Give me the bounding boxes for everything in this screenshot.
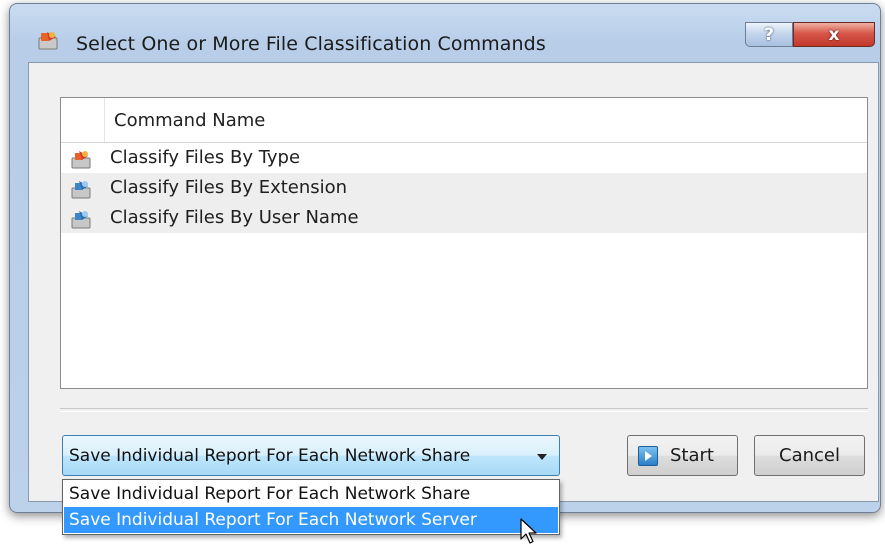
dropdown-option[interactable]: Save Individual Report For Each Network …	[64, 481, 558, 507]
list-item[interactable]: Classify Files By Type	[61, 143, 867, 173]
help-button[interactable]: ?	[745, 22, 793, 47]
combobox-value: Save Individual Report For Each Network …	[69, 446, 471, 466]
chevron-down-icon[interactable]	[537, 454, 547, 460]
list-item-label: Classify Files By Extension	[110, 177, 348, 198]
report-mode-combobox[interactable]: Save Individual Report For Each Network …	[62, 435, 560, 476]
mouse-pointer-icon	[520, 518, 537, 544]
list-item-label: Classify Files By User Name	[110, 207, 359, 228]
start-button-label: Start	[670, 445, 714, 466]
play-icon	[638, 446, 658, 466]
list-header: Command Name	[61, 98, 867, 143]
close-icon: x	[828, 25, 840, 45]
dialog-window: Select One or More File Classification C…	[9, 3, 881, 535]
list-item-label: Classify Files By Type	[110, 147, 301, 168]
header-separator	[104, 98, 105, 142]
command-icon	[71, 211, 91, 229]
command-icon	[71, 181, 91, 199]
report-mode-dropdown: Save Individual Report For Each Network …	[62, 479, 560, 535]
column-header-command-name[interactable]: Command Name	[114, 110, 265, 131]
cancel-button[interactable]: Cancel	[754, 435, 865, 476]
window-title: Select One or More File Classification C…	[76, 33, 546, 55]
command-icon	[71, 151, 91, 169]
start-button[interactable]: Start	[627, 435, 738, 476]
close-button[interactable]: x	[793, 22, 875, 47]
divider	[60, 408, 868, 412]
dropdown-option-highlighted[interactable]: Save Individual Report For Each Network …	[64, 507, 558, 533]
cancel-button-label: Cancel	[779, 445, 840, 466]
command-list[interactable]: Command Name Classify Files By Type Clas…	[60, 97, 868, 389]
list-item[interactable]: Classify Files By Extension	[61, 173, 867, 203]
list-item[interactable]: Classify Files By User Name	[61, 203, 867, 233]
dialog-client-area: Command Name Classify Files By Type Clas…	[28, 62, 879, 535]
app-icon	[38, 32, 58, 50]
